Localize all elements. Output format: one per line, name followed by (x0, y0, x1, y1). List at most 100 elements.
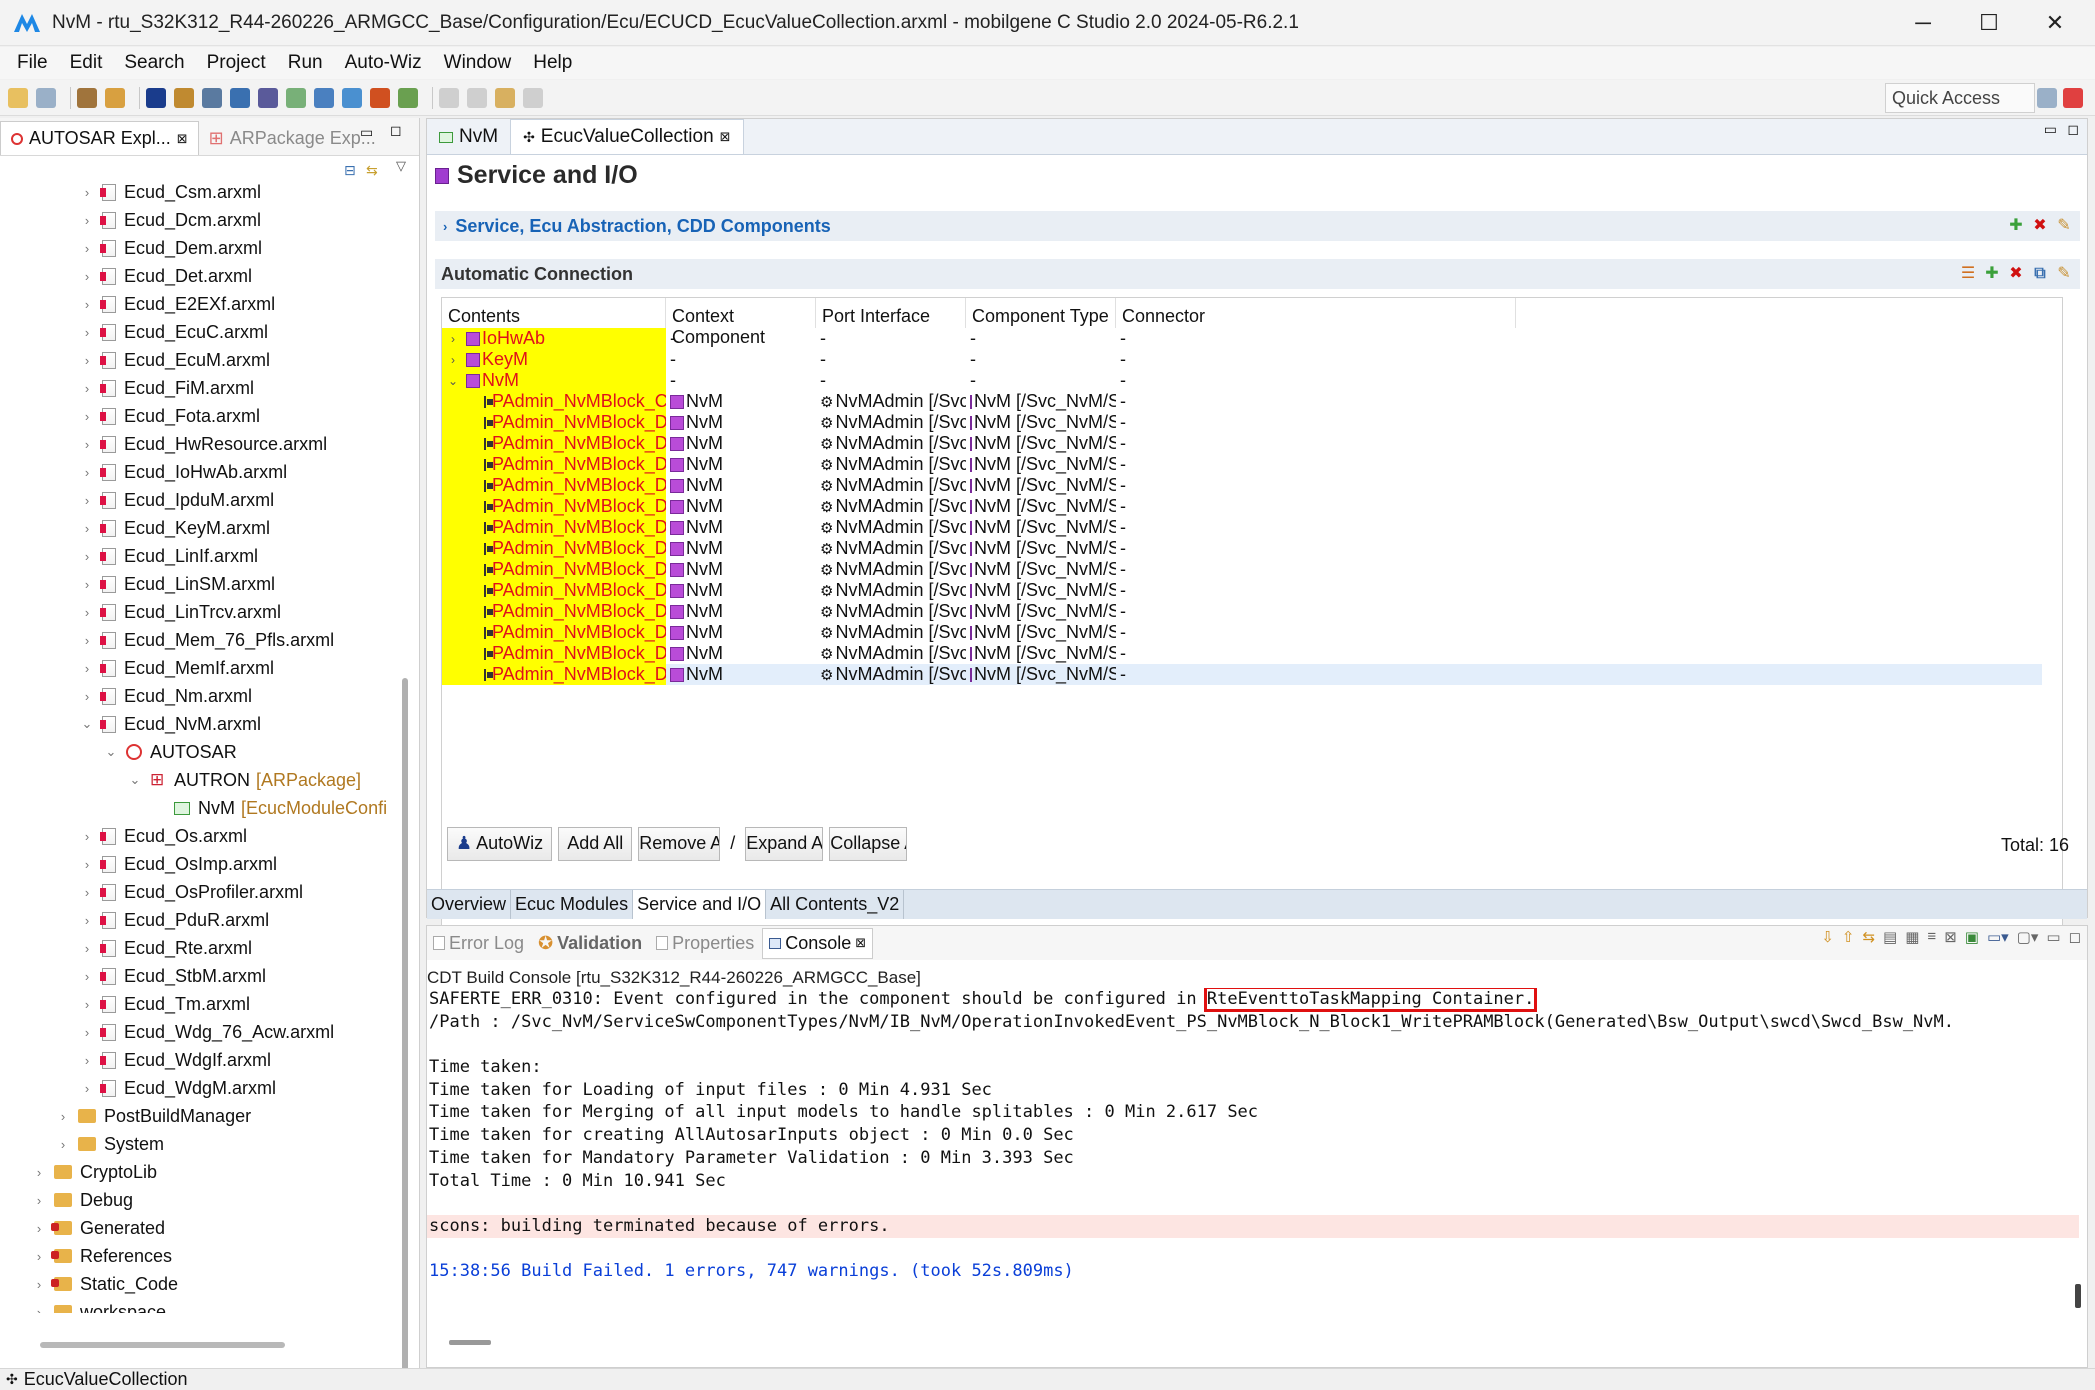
chevron-right-icon[interactable]: › (80, 353, 94, 368)
tree-item[interactable]: › Ecud_KeyM.arxml (80, 514, 270, 542)
tree-item[interactable]: › PostBuildManager (56, 1102, 251, 1130)
chevron-right-icon[interactable]: › (80, 493, 94, 508)
chevron-right-icon[interactable]: › (80, 997, 94, 1012)
add-icon[interactable]: ✚ (1984, 266, 2000, 282)
connector-cell[interactable]: - (1116, 643, 1416, 664)
open-console-icon[interactable]: ▭▾ (1987, 928, 2009, 946)
tree-item[interactable]: › Ecud_Os.arxml (80, 822, 247, 850)
section-service-components[interactable]: › Service, Ecu Abstraction, CDD Componen… (435, 211, 2080, 241)
maximize-view-icon[interactable]: ◻ (390, 122, 402, 139)
context-component-cell[interactable]: NvM (666, 433, 816, 454)
port-interface-cell[interactable]: ⚙NvMAdmin [/Svc_N... (816, 580, 966, 601)
chevron-right-icon[interactable]: › (56, 1109, 70, 1124)
column-component-type[interactable]: Component Type (966, 298, 1116, 328)
chevron-down-icon[interactable]: ⌄ (128, 772, 142, 788)
connector-cell[interactable]: - (1116, 475, 1416, 496)
context-component-cell[interactable]: NvM (666, 643, 816, 664)
debug-icon[interactable] (370, 87, 390, 108)
tree-item[interactable]: › Ecud_StbM.arxml (80, 962, 266, 990)
tree-item[interactable]: › Ecud_LinIf.arxml (80, 542, 258, 570)
table-row[interactable]: PAdmin_NvMBlock_DemUse NvM ⚙NvMAdmin [/Svc… (442, 664, 2042, 685)
context-component-cell[interactable]: NvM (666, 517, 816, 538)
port-interface-cell[interactable]: ⚙NvMAdmin [/Svc_N... (816, 454, 966, 475)
component-type-cell[interactable]: NvM [/Svc_NvM/Se... (966, 454, 1116, 475)
terminal-icon[interactable] (146, 87, 166, 108)
chevron-right-icon[interactable]: › (80, 969, 94, 984)
menu-help[interactable]: Help (522, 52, 583, 74)
delete-icon[interactable]: ✖ (2008, 266, 2024, 282)
tree-item[interactable]: › Ecud_WdgIf.arxml (80, 1046, 271, 1074)
context-component-cell[interactable]: NvM (666, 496, 816, 517)
scroll-down-icon[interactable]: ⇩ (1821, 928, 1834, 946)
chevron-right-icon[interactable]: › (32, 1277, 46, 1292)
connector-cell[interactable]: - (1116, 538, 1416, 559)
copy-icon[interactable]: ⧉ (2032, 266, 2048, 282)
component-type-cell[interactable]: NvM [/Svc_NvM/Se... (966, 433, 1116, 454)
component-type-cell[interactable]: NvM [/Svc_NvM/Se... (966, 412, 1116, 433)
port-interface-cell[interactable]: ⚙NvMAdmin [/Svc_N... (816, 496, 966, 517)
chevron-right-icon[interactable]: › (80, 885, 94, 900)
wizard-icon[interactable] (174, 87, 194, 108)
context-component-cell[interactable]: NvM (666, 412, 816, 433)
component-type-cell[interactable]: - (966, 349, 1116, 370)
table-row[interactable]: PAdmin_NvMBlock_DemMir NvM ⚙NvMAdmin [/Svc… (442, 433, 2042, 454)
autowiz-button[interactable]: ♟ AutoWiz (447, 827, 553, 861)
add-all-button[interactable]: Add All (558, 827, 633, 861)
contents-cell[interactable]: PAdmin_NvMBlock_DemUse (442, 664, 666, 685)
component-type-cell[interactable]: NvM [/Svc_NvM/Se... (966, 559, 1116, 580)
connector-cell[interactable]: - (1116, 622, 1416, 643)
clear-console-icon[interactable]: ▤ (1883, 928, 1897, 946)
display-console-icon[interactable]: ▣ (1965, 928, 1979, 946)
collapse-all-button[interactable]: Collapse A (829, 827, 908, 861)
tree-item[interactable]: › Ecud_Wdg_76_Acw.arxml (80, 1018, 334, 1046)
port-interface-cell[interactable]: ⚙NvMAdmin [/Svc_N... (816, 517, 966, 538)
component-type-cell[interactable]: NvM [/Svc_NvM/Se... (966, 643, 1116, 664)
maximize-button[interactable]: ☐ (1956, 0, 2022, 46)
word-wrap-icon[interactable]: ≡ (1927, 928, 1936, 946)
autosar-perspective-icon[interactable] (2063, 88, 2083, 108)
link-with-editor-icon[interactable]: ⇆ (366, 162, 378, 179)
connector-cell[interactable]: - (1116, 454, 1416, 475)
component-type-cell[interactable]: NvM [/Svc_NvM/Se... (966, 601, 1116, 622)
menu-auto-wiz[interactable]: Auto-Wiz (334, 52, 433, 74)
chevron-right-icon[interactable]: › (80, 689, 94, 704)
chevron-right-icon[interactable]: › (80, 941, 94, 956)
annotation-icon[interactable] (439, 87, 459, 108)
link-icon[interactable] (398, 87, 418, 108)
chevron-right-icon[interactable]: › (80, 437, 94, 452)
table-row[interactable]: › KeyM - - - - (442, 349, 2042, 370)
contents-cell[interactable]: PAdmin_NvMBlock_DemPri (442, 580, 666, 601)
chevron-right-icon[interactable]: › (80, 1081, 94, 1096)
port-interface-cell[interactable]: ⚙NvMAdmin [/Svc_N... (816, 391, 966, 412)
collapse-all-icon[interactable]: ⊟ (344, 162, 356, 179)
chevron-down-icon[interactable]: ⌄ (104, 744, 118, 760)
port-interface-cell[interactable]: - (816, 370, 966, 391)
generate-icon[interactable] (202, 87, 222, 108)
console-output[interactable]: SAFERTE_ERR_0310: Event configured in th… (427, 988, 2079, 1318)
contents-cell[interactable]: ⌄ NvM (442, 370, 666, 391)
tree-item[interactable]: › Debug (32, 1186, 133, 1214)
tree-item[interactable]: › Ecud_IoHwAb.arxml (80, 458, 287, 486)
contents-cell[interactable]: PAdmin_NvMBlock_DemNo (442, 496, 666, 517)
chevron-right-icon[interactable]: › (32, 1165, 46, 1180)
new-console-icon[interactable]: ▢▾ (2017, 928, 2039, 946)
tree-vertical-scrollbar[interactable] (402, 678, 408, 1388)
chevron-right-icon[interactable]: › (32, 1221, 46, 1236)
contents-cell[interactable]: PAdmin_NvMBlock_DemPer (442, 559, 666, 580)
view-menu-icon[interactable]: ▽ (396, 158, 406, 174)
forward-icon[interactable] (523, 87, 543, 108)
chevron-right-icon[interactable]: › (80, 185, 94, 200)
tree-item[interactable]: ⌄ ⊞ AUTRON [ARPackage] (128, 766, 362, 794)
port-interface-cell[interactable]: ⚙NvMAdmin [/Svc_N... (816, 622, 966, 643)
minimize-console-icon[interactable]: ▭ (2046, 928, 2060, 946)
table-row[interactable]: PAdmin_NvMBlock_DemUse NvM ⚙NvMAdmin [/Svc… (442, 643, 2042, 664)
tree-item[interactable]: › Ecud_MemIf.arxml (80, 654, 274, 682)
connector-cell[interactable]: - (1116, 433, 1416, 454)
tree-item[interactable]: › Ecud_LinSM.arxml (80, 570, 275, 598)
context-component-cell[interactable]: NvM (666, 601, 816, 622)
menu-project[interactable]: Project (196, 52, 277, 74)
minimize-editor-icon[interactable]: ▭ (2044, 121, 2057, 138)
chevron-right-icon[interactable]: › (80, 1025, 94, 1040)
tree-item[interactable]: › Ecud_OsProfiler.arxml (80, 878, 303, 906)
context-component-cell[interactable]: NvM (666, 664, 816, 685)
